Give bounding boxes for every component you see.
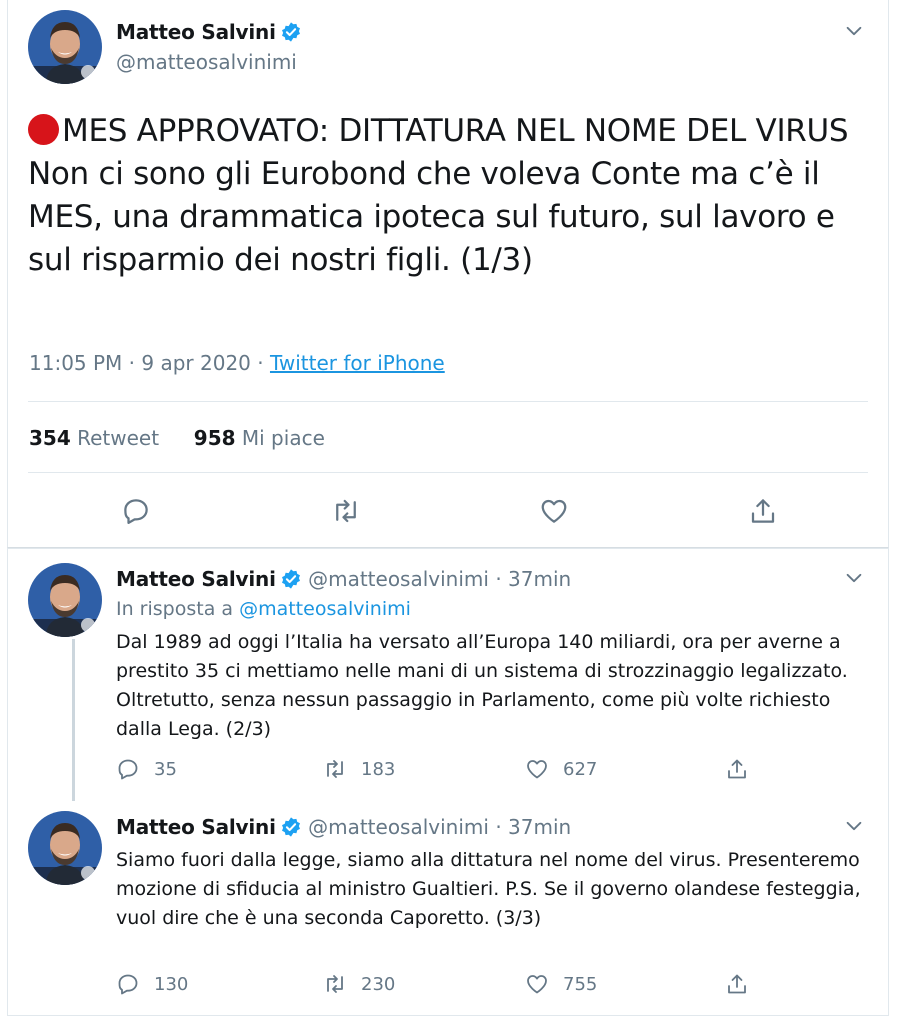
like-icon — [525, 972, 563, 996]
reply-count: 35 — [154, 758, 177, 780]
retweet-action[interactable]: 230 — [323, 970, 395, 998]
share-icon[interactable] — [748, 496, 778, 526]
author-name-row: Matteo Salvini — [116, 20, 302, 44]
avatar[interactable] — [28, 811, 102, 885]
tweet-stats: 354 Retweet 958 Mi piace — [29, 426, 325, 450]
like-label: Mi piace — [241, 426, 325, 450]
reply-context-label: In risposta a — [116, 598, 240, 620]
reply-context: In risposta a @matteosalvinimi — [116, 598, 411, 620]
retweet-count: 230 — [361, 973, 396, 995]
tweet-meta: 11:05 PM · 9 apr 2020 · Twitter for iPho… — [29, 351, 445, 375]
tweet-source-link[interactable]: Twitter for iPhone — [270, 351, 445, 375]
share-action[interactable] — [725, 970, 763, 998]
retweet-stat[interactable]: 354 Retweet — [29, 426, 159, 450]
share-action[interactable] — [725, 755, 763, 783]
chevron-down-icon[interactable] — [843, 815, 865, 837]
tweet-text-body: Non ci sono gli Eurobond che voleva Cont… — [28, 156, 845, 278]
like-action[interactable]: 627 — [525, 755, 597, 783]
tweet-text: Siamo fuori dalla legge, siamo alla ditt… — [116, 849, 861, 929]
avatar[interactable] — [28, 10, 102, 84]
divider — [28, 401, 868, 402]
author-name[interactable]: Matteo Salvini — [116, 815, 276, 839]
like-count: 755 — [563, 973, 598, 995]
red-circle-emoji — [28, 114, 59, 145]
reply-header: Matteo Salvini @matteosalvinimi · 37min — [116, 567, 571, 591]
reply-icon — [116, 757, 154, 781]
like-stat[interactable]: 958 Mi piace — [194, 426, 325, 450]
tweet-text: MES APPROVATO: DITTATURA NEL NOME DEL VI… — [28, 110, 878, 282]
reply-icon[interactable] — [121, 496, 151, 526]
reply-icon — [116, 972, 154, 996]
author-handle[interactable]: @matteosalvinimi — [308, 567, 489, 591]
retweet-count: 183 — [361, 758, 396, 780]
reply-action[interactable]: 35 — [116, 755, 177, 783]
retweet-icon — [323, 972, 361, 996]
author-name[interactable]: Matteo Salvini — [116, 20, 276, 44]
like-count: 627 — [563, 758, 598, 780]
like-icon[interactable] — [539, 496, 569, 526]
author-name[interactable]: Matteo Salvini — [116, 567, 276, 591]
tweet-age[interactable]: · 37min — [495, 815, 571, 839]
tweet-text: Dal 1989 ad oggi l’Italia ha versato all… — [116, 631, 848, 740]
verified-badge-icon — [280, 21, 302, 43]
retweet-label: Retweet — [77, 426, 160, 450]
like-count: 958 — [193, 426, 236, 450]
tweet-actions: 35 183 627 — [116, 755, 766, 783]
tweet-actions: 130 230 755 — [116, 970, 766, 998]
chevron-down-icon[interactable] — [843, 567, 865, 589]
retweet-action[interactable]: 183 — [323, 755, 395, 783]
reply-mention-link[interactable]: @matteosalvinimi — [239, 598, 411, 620]
avatar[interactable] — [28, 563, 102, 637]
retweet-count: 354 — [29, 426, 71, 450]
tweet-timestamp[interactable]: 11:05 PM · 9 apr 2020 · — [29, 351, 270, 375]
reply-count: 130 — [154, 973, 189, 995]
thread-connector — [72, 639, 75, 801]
share-icon — [725, 972, 763, 996]
share-icon — [725, 757, 763, 781]
author-handle[interactable]: @matteosalvinimi — [308, 815, 489, 839]
chevron-down-icon[interactable] — [843, 20, 865, 42]
author-handle[interactable]: @matteosalvinimi — [116, 50, 297, 74]
verified-badge-icon — [280, 816, 302, 838]
divider — [28, 472, 868, 473]
main-tweet: Matteo Salvini @matteosalvinimi MES APPR… — [7, 0, 889, 548]
like-action[interactable]: 755 — [525, 970, 597, 998]
retweet-icon[interactable] — [331, 496, 361, 526]
like-icon — [525, 757, 563, 781]
tweet-actions — [8, 490, 890, 530]
verified-badge-icon — [280, 568, 302, 590]
reply-header: Matteo Salvini @matteosalvinimi · 37min — [116, 815, 571, 839]
tweet-text-headline: MES APPROVATO: DITTATURA NEL NOME DEL VI… — [62, 113, 849, 149]
retweet-icon — [323, 757, 361, 781]
thread-replies: Matteo Salvini @matteosalvinimi · 37min … — [7, 548, 889, 1016]
tweet-age[interactable]: · 37min — [495, 567, 571, 591]
reply-action[interactable]: 130 — [116, 970, 188, 998]
